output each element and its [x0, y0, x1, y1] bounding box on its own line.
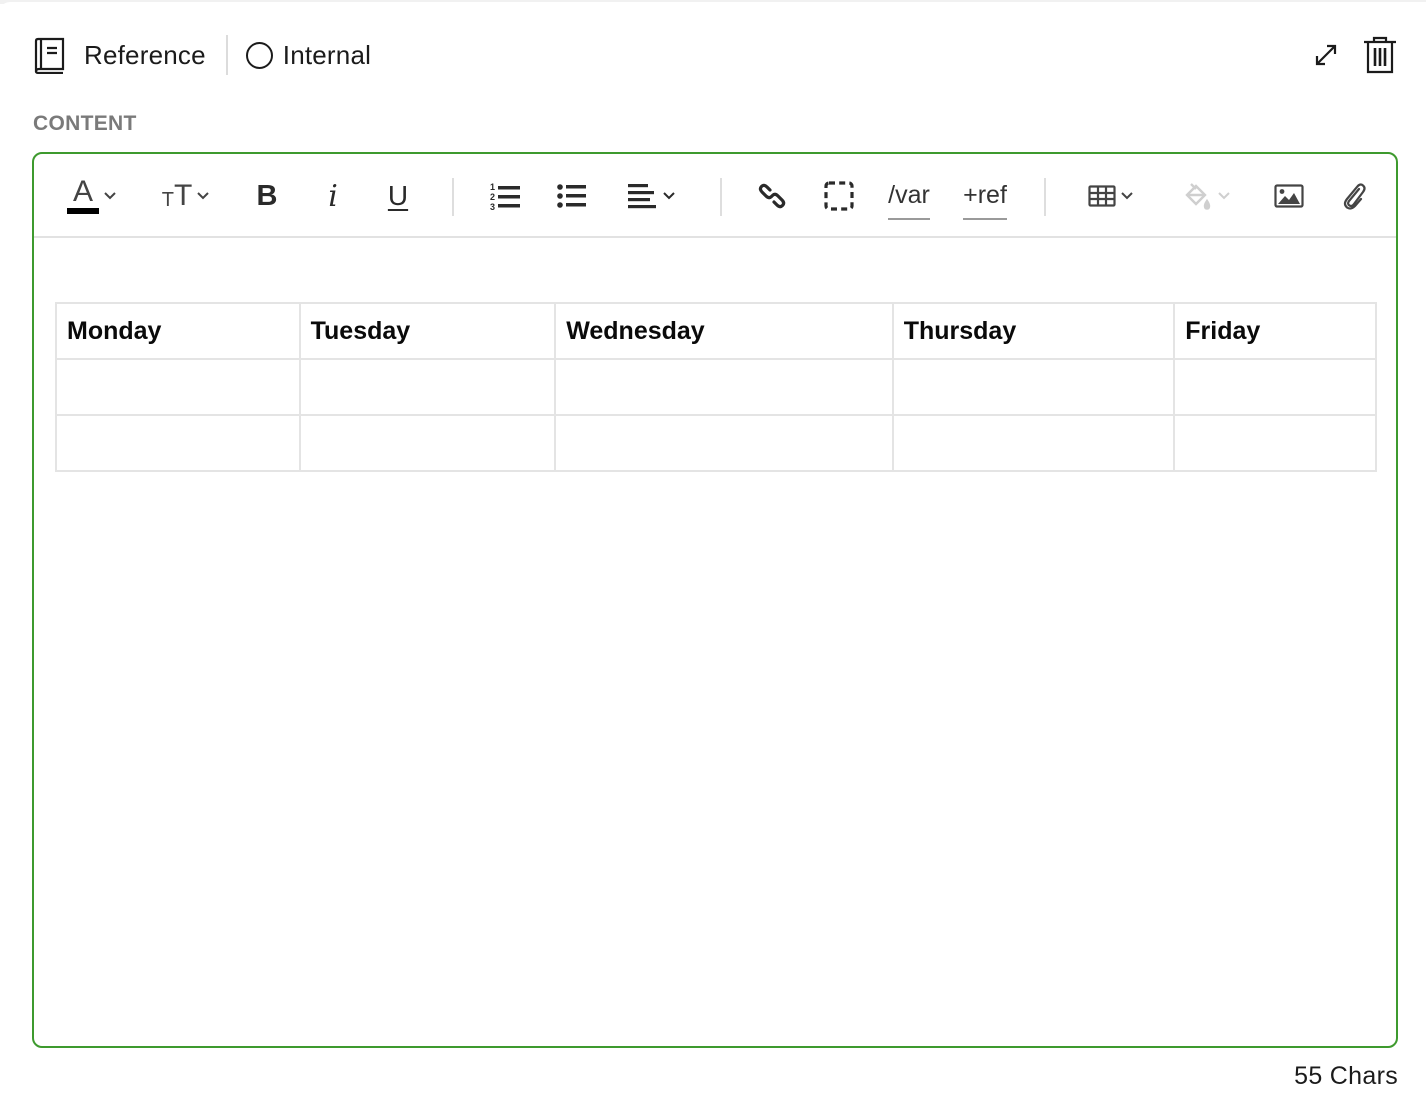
chevron-down-icon: [197, 192, 209, 200]
table-cell[interactable]: [55, 414, 301, 472]
internal-radio[interactable]: [245, 41, 273, 69]
svg-text:1: 1: [490, 182, 495, 192]
fill-color-button[interactable]: [1180, 176, 1234, 216]
table-cell[interactable]: [1173, 414, 1377, 472]
italic-icon: i: [328, 178, 338, 214]
placeholder-button[interactable]: [822, 176, 856, 216]
bold-button[interactable]: B: [250, 176, 284, 216]
align-left-icon: [628, 184, 656, 209]
ordered-list-button[interactable]: 1 2 3: [486, 176, 526, 216]
text-color-icon: A: [67, 177, 99, 214]
expand-icon: [1315, 44, 1337, 66]
type-label: Reference: [84, 39, 206, 70]
chevron-down-icon: [1121, 192, 1133, 200]
table-cell[interactable]: [554, 358, 894, 416]
editor-content[interactable]: Monday Tuesday Wednesday Thursday Friday: [34, 240, 1396, 1046]
image-button[interactable]: [1272, 176, 1306, 216]
align-button[interactable]: [624, 176, 680, 216]
table-row: [55, 414, 1377, 472]
table-cell[interactable]: [891, 414, 1176, 472]
svg-text:3: 3: [490, 202, 495, 211]
font-size-button[interactable]: TT: [158, 176, 214, 216]
variable-button[interactable]: /var: [884, 176, 934, 220]
paperclip-icon: [1343, 183, 1366, 210]
table-row: [55, 358, 1377, 416]
toolbar-divider: [720, 178, 722, 216]
trash-icon: [1364, 36, 1396, 74]
link-icon: [758, 183, 786, 209]
table-header-cell[interactable]: Thursday: [891, 302, 1176, 360]
bullet-list-icon: [557, 184, 586, 208]
paint-bucket-icon: [1185, 183, 1211, 210]
table-cell[interactable]: [298, 358, 557, 416]
table-header-cell[interactable]: Monday: [55, 302, 301, 360]
table-cell[interactable]: [298, 414, 557, 472]
table-header-row: Monday Tuesday Wednesday Thursday Friday: [55, 302, 1377, 360]
reference-button[interactable]: +ref: [958, 176, 1012, 220]
table-cell[interactable]: [55, 358, 301, 416]
underline-icon: U: [387, 180, 409, 211]
chevron-down-icon: [1218, 192, 1230, 200]
text-color-swatch: [67, 208, 99, 214]
table-button[interactable]: [1086, 176, 1136, 216]
delete-button[interactable]: [1362, 35, 1398, 75]
bullet-list-button[interactable]: [552, 176, 592, 216]
expand-button[interactable]: [1310, 39, 1342, 71]
table-cell[interactable]: [1173, 358, 1377, 416]
text-color-button[interactable]: A: [62, 176, 122, 216]
chevron-down-icon: [104, 192, 116, 200]
link-button[interactable]: [756, 176, 788, 216]
dashed-box-icon: [824, 181, 854, 211]
table-header-cell[interactable]: Friday: [1173, 302, 1377, 360]
item-header: Reference Internal: [32, 34, 1398, 76]
content-section-label: CONTENT: [33, 112, 137, 135]
table-header-cell[interactable]: Tuesday: [298, 302, 557, 360]
chevron-down-icon: [663, 192, 675, 200]
character-count: 55 Chars: [1294, 1062, 1398, 1090]
table-cell[interactable]: [891, 358, 1176, 416]
content-table: Monday Tuesday Wednesday Thursday Friday: [55, 302, 1377, 472]
table-cell[interactable]: [554, 414, 894, 472]
book-icon: [32, 36, 66, 74]
image-icon: [1274, 184, 1304, 208]
table-icon: [1088, 185, 1116, 207]
editor-toolbar: A TT B i U 1 2 3 /var +ref: [34, 154, 1396, 238]
internal-label[interactable]: Internal: [283, 40, 371, 71]
variable-label: /var: [888, 181, 930, 220]
toolbar-divider: [452, 178, 454, 216]
svg-text:2: 2: [490, 192, 495, 202]
header-actions: [1310, 35, 1398, 75]
italic-button[interactable]: i: [318, 176, 348, 216]
header-divider: [225, 35, 228, 75]
rich-text-editor: A TT B i U 1 2 3 /var +ref Monday Tuesda…: [32, 152, 1398, 1048]
toolbar-divider: [1044, 178, 1046, 216]
underline-button[interactable]: U: [382, 176, 414, 216]
bold-icon: B: [256, 179, 278, 212]
attachment-button[interactable]: [1338, 176, 1370, 216]
reference-label: +ref: [963, 181, 1007, 220]
font-size-icon: TT: [161, 179, 193, 212]
table-header-cell[interactable]: Wednesday: [554, 302, 894, 360]
ordered-list-icon: 1 2 3: [490, 182, 520, 211]
